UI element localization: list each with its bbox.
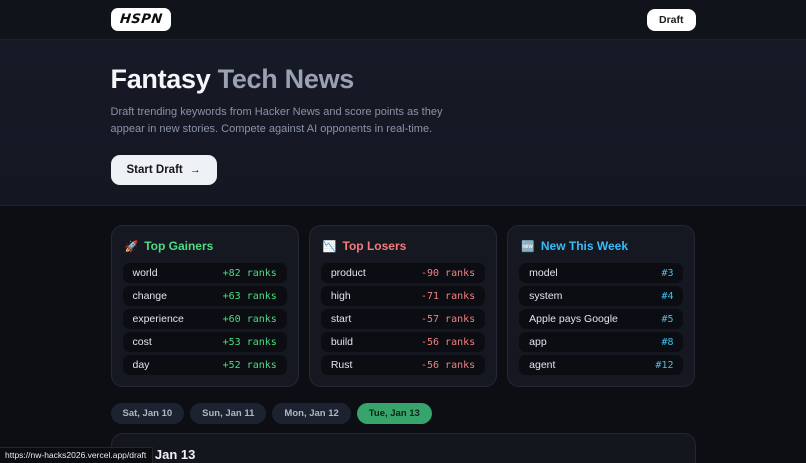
new-this-week-card: 🆕 New This Week model #3 system #4 Apple… [507,225,695,387]
rank-change-value: +82 ranks [223,268,277,279]
keyword-row[interactable]: change +63 ranks [123,286,287,306]
keyword-label: Rust [331,359,353,371]
keyword-label: build [331,336,353,348]
keyword-label: day [133,359,150,371]
chart-decreasing-icon: 📉 [323,240,337,253]
rank-change-value: -90 ranks [421,268,475,279]
rank-position-value: #3 [661,268,673,279]
page-title-primary: Fantasy [111,64,218,94]
page-title: Fantasy Tech News [111,64,696,95]
top-navigation: HSPN Draft [0,0,806,40]
day-panel-title: Tue, Jan 13 [126,447,681,462]
rank-change-value: -57 ranks [421,314,475,325]
start-draft-button[interactable]: Start Draft → [111,155,217,185]
main-content: 🚀 Top Gainers world +82 ranks change +63… [0,206,806,463]
keyword-label: Apple pays Google [529,313,618,325]
keyword-row[interactable]: world +82 ranks [123,263,287,283]
rank-position-value: #12 [655,360,673,371]
keyword-label: agent [529,359,555,371]
tab-mon-jan-12[interactable]: Mon, Jan 12 [272,403,350,424]
keyword-row[interactable]: system #4 [519,286,683,306]
keyword-label: change [133,290,167,302]
rank-change-value: +53 ranks [223,337,277,348]
keyword-label: start [331,313,351,325]
summary-cards: 🚀 Top Gainers world +82 ranks change +63… [111,225,696,387]
rank-position-value: #5 [661,314,673,325]
keyword-row[interactable]: experience +60 ranks [123,309,287,329]
keyword-row[interactable]: product -90 ranks [321,263,485,283]
top-losers-title: Top Losers [343,239,407,253]
keyword-row[interactable]: model #3 [519,263,683,283]
keyword-row[interactable]: start -57 ranks [321,309,485,329]
keyword-row[interactable]: build -56 ranks [321,332,485,352]
page-subtitle: Draft trending keywords from Hacker News… [111,104,456,138]
rank-change-value: +63 ranks [223,291,277,302]
hero-section: Fantasy Tech News Draft trending keyword… [0,40,806,206]
link-preview-status-bar: https://nw-hacks2026.vercel.app/draft [0,447,153,463]
top-gainers-card: 🚀 Top Gainers world +82 ranks change +63… [111,225,299,387]
rocket-icon: 🚀 [125,240,139,253]
day-detail-panel: Tue, Jan 13 14,582 posts & comments anal… [111,433,696,463]
hspn-logo[interactable]: HSPN [111,8,172,31]
page-title-secondary: Tech News [218,64,354,94]
keyword-row[interactable]: high -71 ranks [321,286,485,306]
top-gainers-title: Top Gainers [144,239,213,253]
new-this-week-header: 🆕 New This Week [521,239,683,253]
rank-change-value: -56 ranks [421,337,475,348]
start-draft-label: Start Draft [127,164,183,176]
hspn-logo-text: HSPN [119,12,163,27]
keyword-row[interactable]: Rust -56 ranks [321,355,485,375]
keyword-label: high [331,290,351,302]
keyword-row[interactable]: day +52 ranks [123,355,287,375]
draft-nav-button[interactable]: Draft [647,9,696,31]
rank-change-value: -71 ranks [421,291,475,302]
tab-tue-jan-13[interactable]: Tue, Jan 13 [357,403,432,424]
keyword-row[interactable]: agent #12 [519,355,683,375]
keyword-row[interactable]: cost +53 ranks [123,332,287,352]
arrow-right-icon: → [190,164,201,176]
new-badge-icon: 🆕 [521,240,535,253]
keyword-label: app [529,336,547,348]
rank-position-value: #4 [661,291,673,302]
keyword-label: experience [133,313,184,325]
keyword-row[interactable]: Apple pays Google #5 [519,309,683,329]
rank-change-value: +60 ranks [223,314,277,325]
tab-sat-jan-10[interactable]: Sat, Jan 10 [111,403,185,424]
keyword-label: cost [133,336,152,348]
new-this-week-title: New This Week [541,239,628,253]
keyword-label: product [331,267,366,279]
tab-sun-jan-11[interactable]: Sun, Jan 11 [190,403,266,424]
keyword-label: model [529,267,558,279]
top-losers-card: 📉 Top Losers product -90 ranks high -71 … [309,225,497,387]
top-gainers-header: 🚀 Top Gainers [125,239,287,253]
date-tabs: Sat, Jan 10 Sun, Jan 11 Mon, Jan 12 Tue,… [111,403,696,424]
rank-change-value: +52 ranks [223,360,277,371]
top-losers-header: 📉 Top Losers [323,239,485,253]
keyword-row[interactable]: app #8 [519,332,683,352]
rank-position-value: #8 [661,337,673,348]
keyword-label: system [529,290,562,302]
keyword-label: world [133,267,158,279]
rank-change-value: -56 ranks [421,360,475,371]
